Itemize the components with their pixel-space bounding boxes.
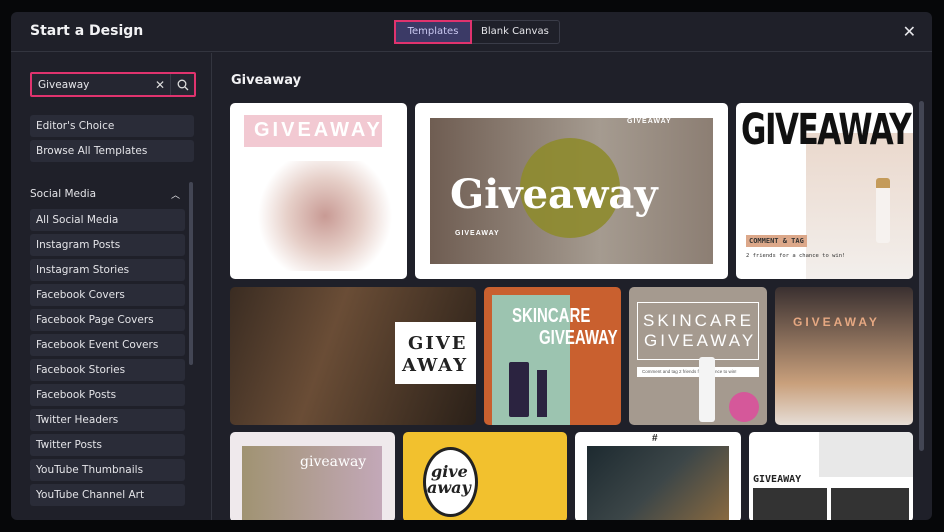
sidebar: Giveaway ✕ Editor's Choice Browse All Te… xyxy=(11,53,212,520)
sidebar-item[interactable]: Instagram Posts xyxy=(30,234,185,256)
sidebar-item-browse-all[interactable]: Browse All Templates xyxy=(30,140,194,162)
gallery-scrollbar[interactable] xyxy=(919,101,924,451)
sidebar-item[interactable]: Facebook Event Covers xyxy=(30,334,185,356)
tab-blank-canvas[interactable]: Blank Canvas xyxy=(471,21,559,43)
template-card[interactable]: GIVEAWAY xyxy=(749,432,913,520)
sidebar-item[interactable]: YouTube Channel Art xyxy=(30,484,185,506)
template-card[interactable]: GIVEAWAY xyxy=(775,287,913,425)
template-card[interactable]: SKINCARE GIVEAWAY Comment and tag 2 frie… xyxy=(629,287,767,425)
sidebar-item[interactable]: Facebook Posts xyxy=(30,384,185,406)
sidebar-item[interactable]: Twitter Headers xyxy=(30,409,185,431)
clear-icon[interactable]: ✕ xyxy=(150,78,170,92)
sidebar-scrollbar[interactable] xyxy=(189,182,193,365)
search-input[interactable]: Giveaway ✕ xyxy=(30,72,196,97)
gallery-title: Giveaway xyxy=(231,73,302,88)
sidebar-item[interactable]: Facebook Stories xyxy=(30,359,185,381)
sidebar-item[interactable]: YouTube Thumbnails xyxy=(30,459,185,481)
modal-header: Start a Design Templates Blank Canvas ✕ xyxy=(11,12,932,52)
modal-title: Start a Design xyxy=(30,23,144,39)
sidebar-item[interactable]: Twitter Posts xyxy=(30,434,185,456)
section-social-media[interactable]: Social Media ︿ xyxy=(30,188,184,201)
start-design-modal: Start a Design Templates Blank Canvas ✕ … xyxy=(11,12,932,520)
sidebar-item[interactable]: Instagram Stories xyxy=(30,259,185,281)
mode-tabs: Templates Blank Canvas xyxy=(394,20,560,44)
template-gallery: Giveaway GIVEAWAY Giveaway GIVEAWAY GIVE… xyxy=(213,53,932,520)
template-card[interactable]: give away xyxy=(403,432,567,520)
close-icon[interactable]: ✕ xyxy=(903,22,916,41)
template-card[interactable]: SKINCARE GIVEAWAY xyxy=(484,287,621,425)
section-label: Social Media xyxy=(30,188,97,200)
tab-templates[interactable]: Templates xyxy=(394,20,472,44)
sidebar-item-editors-choice[interactable]: Editor's Choice xyxy=(30,115,194,137)
sidebar-item[interactable]: Facebook Covers xyxy=(30,284,185,306)
sidebar-item[interactable]: All Social Media xyxy=(30,209,185,231)
template-card[interactable]: giveaway xyxy=(230,432,395,520)
template-card[interactable]: GIVE AWAY xyxy=(230,287,476,425)
search-value[interactable]: Giveaway xyxy=(32,79,150,91)
chevron-up-icon[interactable]: ︿ xyxy=(171,188,180,201)
sidebar-item[interactable]: Facebook Page Covers xyxy=(30,309,185,331)
template-card[interactable]: GIVEAWAY COMMENT & TAG 2 friends for a c… xyxy=(736,103,913,279)
template-card[interactable]: # xyxy=(575,432,741,520)
template-card[interactable]: GIVEAWAY xyxy=(230,103,407,279)
search-icon[interactable] xyxy=(170,74,194,95)
template-card[interactable]: Giveaway GIVEAWAY GIVEAWAY xyxy=(415,103,728,279)
